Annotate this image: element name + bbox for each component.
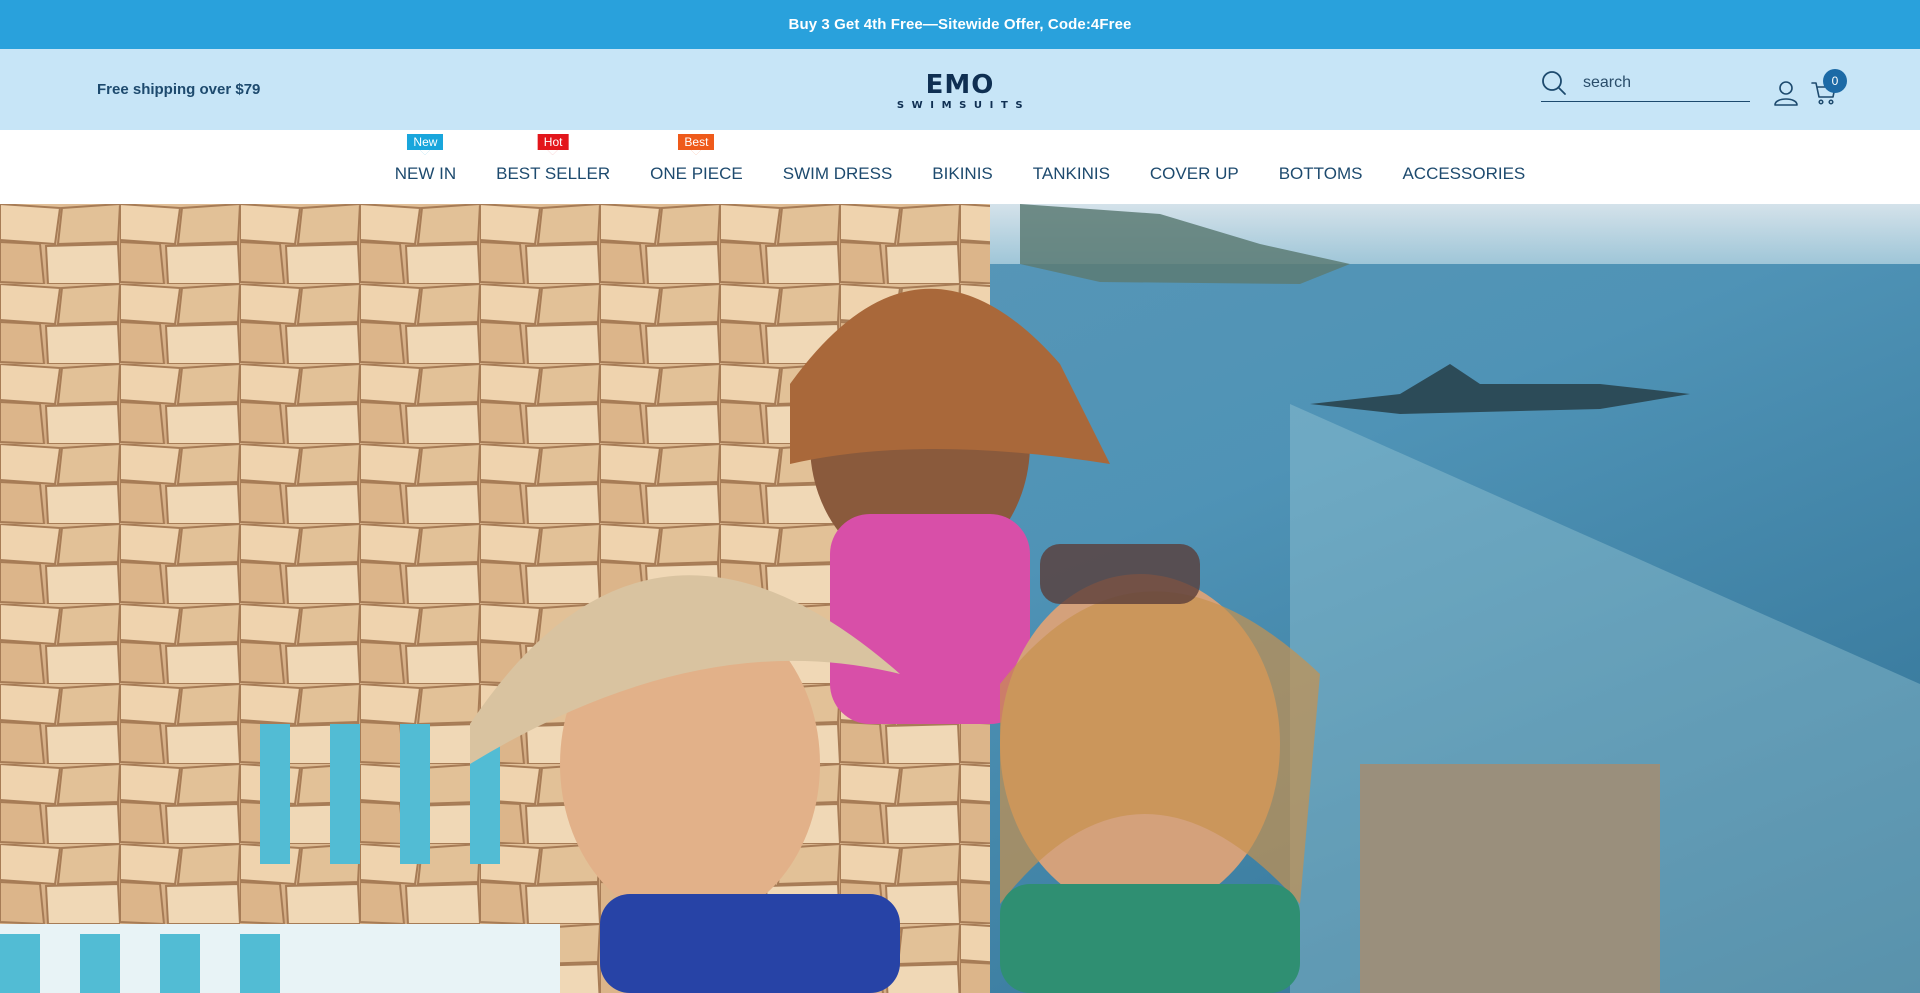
hero-banner[interactable]: [0, 204, 1920, 993]
search-bar[interactable]: [1541, 65, 1750, 102]
logo-wordmark: EMO: [925, 70, 995, 100]
nav-item-one-piece[interactable]: ONE PIECE Best: [630, 134, 763, 184]
nav-item-label: TANKINIS: [1032, 164, 1110, 183]
nav-item-bottoms[interactable]: BOTTOMS: [1259, 164, 1383, 184]
free-shipping-note: Free shipping over $79: [97, 81, 261, 98]
nav-item-label: BEST SELLER: [496, 164, 611, 183]
main-navigation: NEW IN New BEST SELLER Hot ONE PIECE Best SWIM…: [0, 130, 1920, 204]
nav-badge-best: Best: [678, 134, 715, 155]
nav-item-tankinis[interactable]: TANKINIS: [1013, 164, 1130, 184]
nav-item-label: NEW IN: [394, 164, 457, 183]
site-header: Free shipping over $79 EMO SWIMSUITS 0: [0, 49, 1920, 130]
logo-subtitle: SWIMSUITS: [896, 100, 1031, 111]
nav-badge-new: New: [407, 134, 444, 155]
announcement-bar: Buy 3 Get 4th Free—Sitewide Offer, Code:…: [0, 0, 1920, 49]
nav-item-label: SWIM DRESS: [782, 164, 893, 183]
nav-item-label: COVER UP: [1149, 164, 1239, 183]
nav-item-new-in[interactable]: NEW IN New: [375, 134, 476, 184]
cart-count-badge[interactable]: 0: [1823, 69, 1847, 93]
nav-item-label: ONE PIECE: [650, 164, 743, 183]
nav-item-label: BOTTOMS: [1278, 164, 1363, 183]
nav-item-bikinis[interactable]: BIKINIS: [912, 164, 1012, 184]
nav-item-swim-dress[interactable]: SWIM DRESS: [763, 164, 913, 184]
nav-item-accessories[interactable]: ACCESSORIES: [1382, 164, 1545, 184]
brand-logo[interactable]: EMO SWIMSUITS: [890, 70, 1031, 111]
nav-badge-hot: Hot: [537, 134, 569, 155]
nav-item-best-seller[interactable]: BEST SELLER Hot: [476, 134, 630, 184]
announcement-text: Buy 3 Get 4th Free—Sitewide Offer, Code:…: [788, 16, 1132, 33]
nav-item-label: ACCESSORIES: [1402, 164, 1526, 183]
hero-image: [0, 204, 1920, 993]
search-icon[interactable]: [1541, 70, 1567, 96]
search-input[interactable]: [1583, 74, 1743, 92]
account-icon[interactable]: [1773, 80, 1799, 106]
nav-item-label: BIKINIS: [932, 164, 993, 183]
nav-item-cover-up[interactable]: COVER UP: [1130, 164, 1259, 184]
